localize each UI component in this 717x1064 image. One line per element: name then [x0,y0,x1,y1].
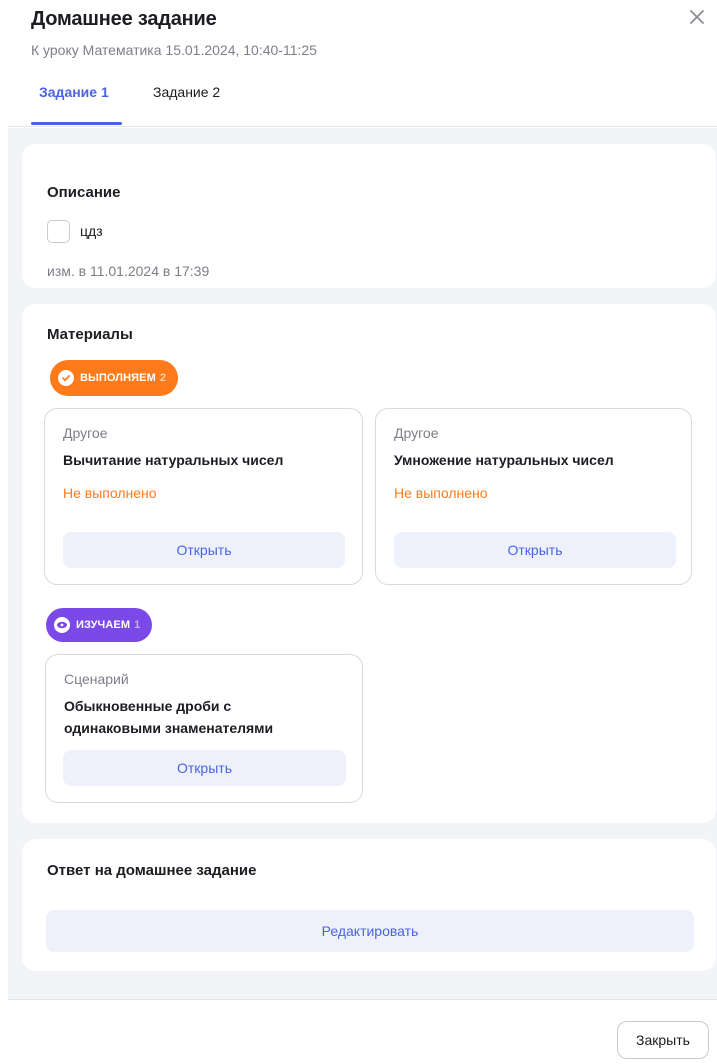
answer-card: Ответ на домашнее задание Редактировать [22,839,716,971]
edited-timestamp: изм. в 11.01.2024 в 17:39 [47,263,210,279]
tab-bar: Задание 1 Задание 2 [8,80,717,127]
eye-icon [54,617,70,633]
edit-answer-button[interactable]: Редактировать [46,910,694,952]
description-card: Описание цдз изм. в 11.01.2024 в 17:39 [22,144,716,288]
material-type: Другое [63,425,108,441]
close-icon[interactable] [686,6,708,28]
cdz-checkbox[interactable] [47,220,70,243]
tab-task-2[interactable]: Задание 2 [153,84,220,126]
material-type: Другое [394,425,439,441]
material-name: Умножение натуральных чисел [394,452,614,468]
material-status: Не выполнено [394,485,488,501]
dialog-subtitle: К уроку Математика 15.01.2024, 10:40-11:… [31,42,317,58]
material-card: Сценарий Обыкновенные дроби с одинаковым… [45,654,363,803]
material-name: Вычитание натуральных чисел [63,452,284,468]
badge-count: 2 [159,372,167,384]
dialog-footer: Закрыть [8,999,717,1064]
dialog-content: Описание цдз изм. в 11.01.2024 в 17:39 М… [8,128,717,999]
tab-task-1[interactable]: Задание 1 [39,84,109,126]
open-button[interactable]: Открыть [394,532,676,568]
materials-card: Материалы ВЫПОЛНЯЕМ 2 Другое Вычитание н… [22,304,716,823]
dialog-header: Домашнее задание К уроку Математика 15.0… [0,0,717,128]
badge-label: ИЗУЧАЕМ [76,619,131,631]
badge-count: 1 [134,619,141,631]
badge-label: ВЫПОЛНЯЕМ [80,372,156,384]
material-card: Другое Вычитание натуральных чисел Не вы… [44,408,363,585]
material-status: Не выполнено [63,485,157,501]
material-type: Сценарий [64,671,129,687]
check-circle-icon [58,370,74,386]
active-tab-indicator [31,122,122,125]
status-badge-studying: ИЗУЧАЕМ 1 [46,608,153,642]
material-card: Другое Умножение натуральных чисел Не вы… [375,408,692,585]
open-button[interactable]: Открыть [63,750,346,786]
dialog-title: Домашнее задание [31,8,217,30]
open-button[interactable]: Открыть [63,532,345,568]
close-button[interactable]: Закрыть [617,1021,709,1059]
answer-title: Ответ на домашнее задание [47,862,257,879]
materials-title: Материалы [47,326,133,343]
description-title: Описание [47,184,121,201]
material-name: Обыкновенные дроби с одинаковыми знамена… [64,698,274,736]
cdz-checkbox-label: цдз [80,223,103,239]
status-badge-doing: ВЫПОЛНЯЕМ 2 [50,360,179,396]
